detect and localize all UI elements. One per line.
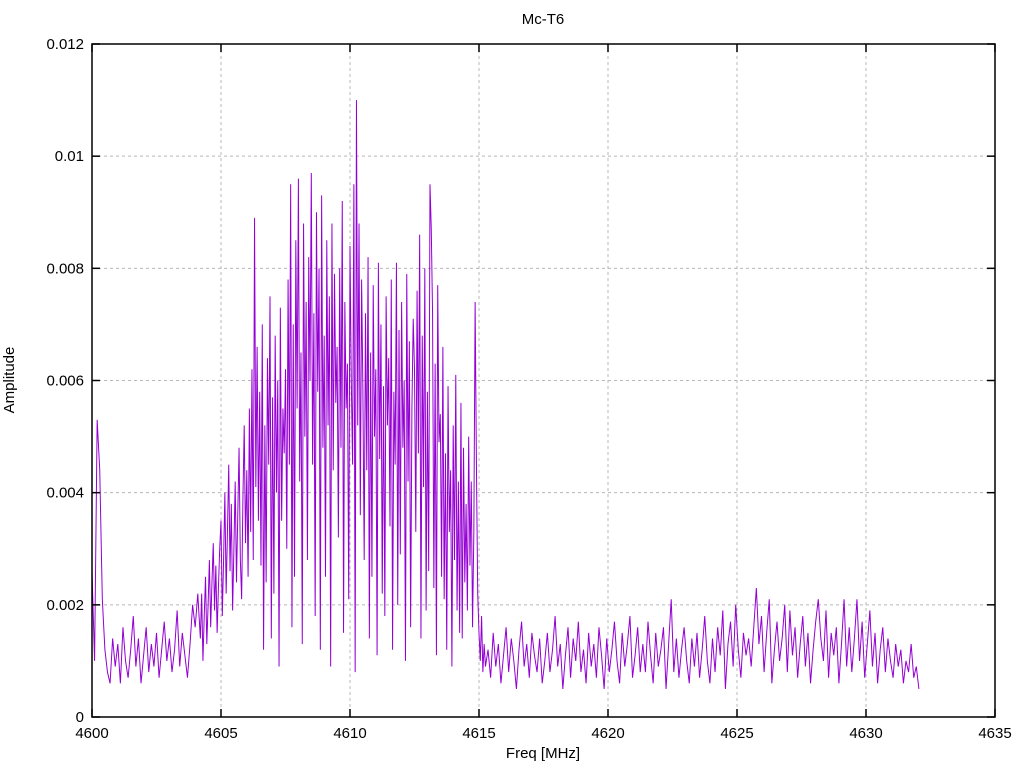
x-tick-label: 4610 — [333, 725, 366, 742]
y-tick-label: 0.004 — [46, 485, 84, 502]
y-tick-label: 0.006 — [46, 373, 84, 390]
chart-page: Mc-T6 4600 4605 4610 4615 4620 4625 4630 4635 0… — [0, 0, 1024, 768]
x-tick-label: 4605 — [204, 725, 237, 742]
x-tick-label: 4635 — [978, 725, 1011, 742]
x-tick-labels: 4600 4605 4610 4615 4620 4625 4630 4635 — [75, 725, 1011, 742]
x-tick-label: 4600 — [75, 725, 108, 742]
grid-lines — [92, 44, 995, 717]
x-tick-label: 4630 — [849, 725, 882, 742]
y-tick-labels: 0 0.002 0.004 0.006 0.008 0.01 0.012 — [46, 36, 84, 726]
x-tick-label: 4615 — [462, 725, 495, 742]
y-axis-label: Amplitude — [1, 347, 18, 414]
x-axis-label: Freq [MHz] — [506, 745, 580, 762]
y-tick-label: 0.012 — [46, 36, 84, 53]
x-tick-label: 4625 — [720, 725, 753, 742]
y-tick-label: 0.008 — [46, 260, 84, 277]
spectrum-trace — [91, 100, 920, 690]
y-tick-label: 0 — [76, 709, 84, 726]
chart-title: Mc-T6 — [522, 11, 565, 28]
x-tick-label: 4620 — [591, 725, 624, 742]
y-tick-label: 0.002 — [46, 597, 84, 614]
y-tick-label: 0.01 — [55, 148, 84, 165]
spectrum-chart: Mc-T6 4600 4605 4610 4615 4620 4625 4630 4635 0… — [1, 11, 1012, 762]
